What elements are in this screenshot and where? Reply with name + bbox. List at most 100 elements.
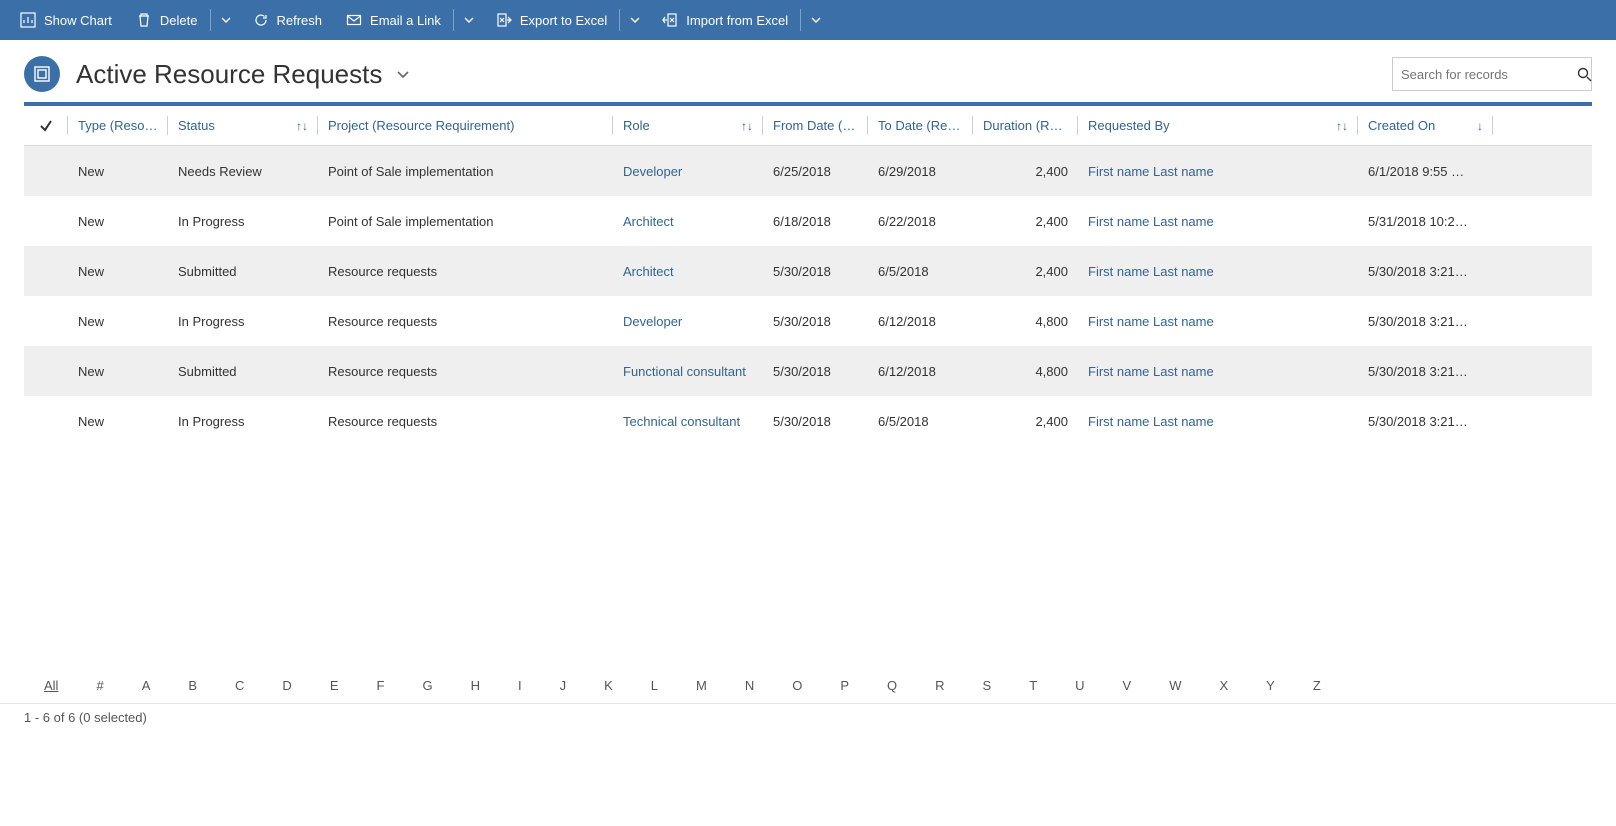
row-checkbox[interactable] [24,296,68,346]
alpha-filter-n[interactable]: N [745,678,754,693]
alpha-filter-all[interactable]: All [44,678,58,693]
alpha-filter-a[interactable]: A [142,678,151,693]
table-row[interactable]: NewSubmittedResource requestsFunctional … [24,346,1592,396]
row-checkbox[interactable] [24,196,68,246]
cell-requested-by-link[interactable]: First name Last name [1078,346,1358,396]
column-status[interactable]: Status↑↓ [168,106,318,145]
alpha-filter-g[interactable]: G [422,678,432,693]
cell-created-on: 6/1/2018 9:55 … [1358,146,1493,196]
alpha-filter-c[interactable]: C [235,678,244,693]
alpha-filter-b[interactable]: B [188,678,197,693]
cell-role-link[interactable]: Architect [613,196,763,246]
search-icon[interactable] [1577,67,1592,82]
row-checkbox[interactable] [24,396,68,446]
search-input[interactable] [1401,67,1577,82]
cell-created-on: 5/30/2018 3:21… [1358,346,1493,396]
sort-desc-icon: ↓ [1477,119,1483,133]
cell-from-date: 6/25/2018 [763,146,868,196]
cell-project: Point of Sale implementation [318,146,613,196]
cell-role-link[interactable]: Technical consultant [613,396,763,446]
cell-type: New [68,246,168,296]
alpha-filter-m[interactable]: M [696,678,707,693]
alpha-filter-e[interactable]: E [330,678,339,693]
alpha-filter-k[interactable]: K [604,678,613,693]
row-checkbox[interactable] [24,246,68,296]
cell-created-on: 5/30/2018 3:21… [1358,396,1493,446]
search-box[interactable] [1392,57,1592,91]
alpha-filter-j[interactable]: J [560,678,567,693]
alpha-filter-f[interactable]: F [376,678,384,693]
delete-label: Delete [160,13,198,28]
delete-button[interactable]: Delete [124,0,210,40]
cell-role-link[interactable]: Architect [613,246,763,296]
alpha-filter-x[interactable]: X [1220,678,1229,693]
column-to-date[interactable]: To Date (Re… [868,106,973,145]
cell-role-link[interactable]: Functional consultant [613,346,763,396]
cell-status: Submitted [168,346,318,396]
column-from-date[interactable]: From Date (… [763,106,868,145]
refresh-button[interactable]: Refresh [241,0,335,40]
cell-requested-by-link[interactable]: First name Last name [1078,396,1358,446]
email-link-dropdown[interactable] [454,0,484,40]
table-row[interactable]: NewSubmittedResource requestsArchitect5/… [24,246,1592,296]
cell-duration: 4,800 [973,296,1078,346]
cell-role-link[interactable]: Developer [613,296,763,346]
column-role[interactable]: Role↑↓ [613,106,763,145]
cell-role-link[interactable]: Developer [613,146,763,196]
alpha-filter-v[interactable]: V [1123,678,1132,693]
email-link-button[interactable]: Email a Link [334,0,453,40]
row-checkbox[interactable] [24,346,68,396]
delete-dropdown[interactable] [211,0,241,40]
alpha-filter-l[interactable]: L [651,678,658,693]
table-row[interactable]: NewIn ProgressPoint of Sale implementati… [24,196,1592,246]
alpha-filter-i[interactable]: I [518,678,522,693]
delete-icon [136,12,152,28]
cell-project: Resource requests [318,346,613,396]
alpha-filter-q[interactable]: Q [887,678,897,693]
alpha-filter-u[interactable]: U [1075,678,1084,693]
cell-from-date: 5/30/2018 [763,296,868,346]
alpha-filter-w[interactable]: W [1169,678,1181,693]
command-bar: Show Chart Delete Refresh Email a Link E… [0,0,1616,40]
alpha-filter-p[interactable]: P [840,678,849,693]
alpha-filter-#[interactable]: # [96,678,103,693]
import-excel-label: Import from Excel [686,13,788,28]
alpha-filter-o[interactable]: O [792,678,802,693]
cell-to-date: 6/22/2018 [868,196,973,246]
cell-requested-by-link[interactable]: First name Last name [1078,146,1358,196]
table-row[interactable]: NewNeeds ReviewPoint of Sale implementat… [24,146,1592,196]
view-selector[interactable]: Active Resource Requests [76,59,410,90]
row-checkbox[interactable] [24,146,68,196]
alpha-filter-h[interactable]: H [471,678,480,693]
import-excel-button[interactable]: Import from Excel [650,0,800,40]
cell-created-on: 5/31/2018 10:2… [1358,196,1493,246]
cell-requested-by-link[interactable]: First name Last name [1078,296,1358,346]
alpha-filter-z[interactable]: Z [1313,678,1321,693]
export-excel-dropdown[interactable] [620,0,650,40]
cell-status: In Progress [168,196,318,246]
record-count-status: 1 - 6 of 6 (0 selected) [0,703,1616,735]
cell-from-date: 6/18/2018 [763,196,868,246]
column-project[interactable]: Project (Resource Requirement) [318,106,613,145]
cell-to-date: 6/29/2018 [868,146,973,196]
cell-type: New [68,396,168,446]
column-type[interactable]: Type (Reso… [68,106,168,145]
column-duration[interactable]: Duration (R… [973,106,1078,145]
column-created-on[interactable]: Created On↓ [1358,106,1493,145]
show-chart-button[interactable]: Show Chart [8,0,124,40]
import-excel-dropdown[interactable] [801,0,831,40]
cell-requested-by-link[interactable]: First name Last name [1078,246,1358,296]
alpha-filter-y[interactable]: Y [1266,678,1275,693]
alpha-filter-t[interactable]: T [1029,678,1037,693]
select-all-checkbox[interactable] [24,106,68,145]
column-requested-by[interactable]: Requested By↑↓ [1078,106,1358,145]
email-icon [346,12,362,28]
table-row[interactable]: NewIn ProgressResource requestsDeveloper… [24,296,1592,346]
cell-requested-by-link[interactable]: First name Last name [1078,196,1358,246]
cell-to-date: 6/5/2018 [868,396,973,446]
export-excel-button[interactable]: Export to Excel [484,0,619,40]
alpha-filter-r[interactable]: R [935,678,944,693]
alpha-filter-d[interactable]: D [282,678,291,693]
alpha-filter-s[interactable]: S [983,678,992,693]
table-row[interactable]: NewIn ProgressResource requestsTechnical… [24,396,1592,446]
